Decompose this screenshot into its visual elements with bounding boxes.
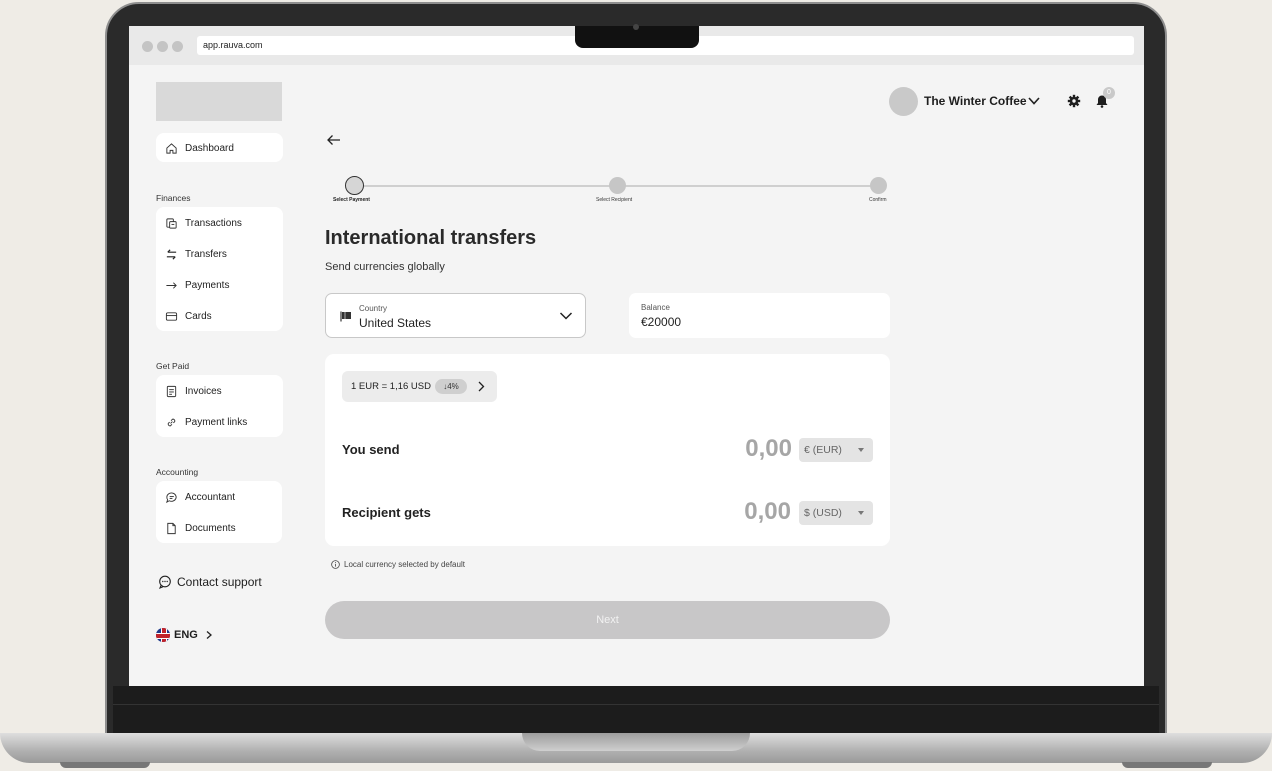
- sidebar-item-payments[interactable]: Payments: [165, 275, 229, 295]
- you-send-label: You send: [342, 442, 400, 457]
- sidebar-item-accountant[interactable]: Accountant: [165, 487, 235, 507]
- window-minimize-dot[interactable]: [157, 41, 168, 52]
- gear-icon[interactable]: [1067, 94, 1081, 108]
- laptop-thumb-groove: [522, 733, 750, 751]
- url-text: app.rauva.com: [203, 40, 263, 50]
- arrow-right-icon: [166, 281, 177, 289]
- chevron-right-icon: [478, 381, 485, 392]
- sidebar-item-transactions[interactable]: Transactions: [165, 213, 242, 233]
- dashboard-link[interactable]: Dashboard: [165, 138, 234, 158]
- receive-currency-select[interactable]: $ (USD): [799, 501, 873, 525]
- info-icon: [331, 560, 340, 569]
- transactions-icon: [166, 217, 177, 229]
- step-dot-select-recipient[interactable]: [609, 177, 626, 194]
- accounting-section-title: Accounting: [156, 467, 199, 477]
- send-currency-select[interactable]: € (EUR): [799, 438, 873, 462]
- page-subtitle: Send currencies globally: [325, 261, 445, 273]
- rate-change-badge: ↓4%: [435, 379, 467, 394]
- app-screen: app.rauva.com Dashboard Finances Transac…: [129, 26, 1144, 686]
- currency-hint-text: Local currency selected by default: [344, 560, 465, 569]
- send-currency-label: € (EUR): [804, 444, 842, 456]
- country-label: Country: [359, 304, 388, 313]
- country-select[interactable]: Country United States: [325, 293, 586, 338]
- company-name[interactable]: The Winter Coffee: [924, 94, 1027, 108]
- camera-lens: [633, 24, 639, 30]
- caret-down-icon: [858, 511, 864, 515]
- chat-icon: [166, 491, 177, 503]
- flag-icon: [340, 311, 351, 322]
- contact-support-link[interactable]: Contact support: [158, 575, 262, 589]
- uk-flag-icon: [156, 628, 170, 642]
- sidebar-item-label: Invoices: [185, 385, 222, 397]
- support-chat-icon: [159, 575, 171, 589]
- link-icon: [167, 418, 176, 426]
- sidebar-item-transfers[interactable]: Transfers: [165, 244, 227, 264]
- caret-down-icon: [858, 448, 864, 452]
- finances-section-title: Finances: [156, 193, 191, 203]
- window-maximize-dot[interactable]: [172, 41, 183, 52]
- window-close-dot[interactable]: [142, 41, 153, 52]
- sidebar-item-label: Cards: [185, 310, 212, 322]
- balance-label: Balance: [641, 303, 670, 312]
- send-amount-input[interactable]: 0,00: [672, 435, 792, 463]
- invoice-icon: [166, 385, 177, 397]
- sidebar-item-dashboard[interactable]: Dashboard: [156, 133, 283, 162]
- language-selector[interactable]: ENG: [156, 628, 214, 642]
- laptop-foot-right: [1122, 762, 1212, 768]
- exchange-rate-text: 1 EUR = 1,16 USD: [351, 381, 431, 392]
- sidebar-item-label: Documents: [185, 522, 236, 534]
- contact-support-label: Contact support: [177, 575, 262, 589]
- sidebar-item-label: Accountant: [185, 491, 236, 503]
- step-label-confirm: Confirm: [869, 197, 887, 203]
- logo-placeholder[interactable]: [156, 82, 282, 121]
- card-icon: [165, 311, 178, 321]
- language-label: ENG: [174, 629, 198, 641]
- balance-field: Balance €20000: [629, 293, 890, 338]
- sidebar-item-label: Payments: [185, 279, 230, 291]
- back-arrow-icon[interactable]: [326, 133, 342, 147]
- laptop-foot-left: [60, 762, 150, 768]
- sidebar-item-label: Payment links: [185, 416, 248, 428]
- recipient-gets-label: Recipient gets: [342, 505, 431, 520]
- step-dot-confirm[interactable]: [870, 177, 887, 194]
- avatar[interactable]: [889, 87, 918, 116]
- chevron-down-icon: [559, 312, 573, 320]
- get-paid-section-title: Get Paid: [156, 361, 190, 371]
- country-value: United States: [359, 316, 432, 330]
- document-icon: [167, 522, 176, 534]
- chevron-down-icon[interactable]: [1027, 95, 1041, 107]
- finances-nav-card: Transactions Transfers Payments Cards: [156, 207, 283, 331]
- balance-value: €20000: [641, 315, 682, 329]
- home-icon: [166, 142, 177, 154]
- next-button[interactable]: Next: [325, 601, 890, 639]
- notification-badge: 0: [1103, 87, 1115, 99]
- step-label-select-payment: Select Payment: [333, 197, 370, 203]
- sidebar-item-cards[interactable]: Cards: [165, 306, 212, 326]
- accounting-nav-card: Accountant Documents: [156, 481, 282, 543]
- dashboard-label: Dashboard: [185, 142, 234, 154]
- sidebar-item-label: Transfers: [185, 248, 227, 260]
- transfers-icon: [166, 248, 177, 260]
- exchange-panel: 1 EUR = 1,16 USD ↓4% You send 0,00 € (EU…: [325, 354, 890, 546]
- laptop-hinge-line: [113, 704, 1159, 705]
- sidebar-item-payment-links[interactable]: Payment links: [165, 412, 247, 432]
- page-title: International transfers: [325, 227, 537, 249]
- currency-hint: Local currency selected by default: [331, 560, 465, 569]
- step-label-select-recipient: Select Recipient: [596, 197, 633, 203]
- laptop-bezel: [113, 686, 1159, 734]
- sidebar-item-invoices[interactable]: Invoices: [165, 381, 222, 401]
- sidebar-item-label: Transactions: [185, 217, 242, 229]
- receive-currency-label: $ (USD): [804, 507, 842, 519]
- sidebar-item-documents[interactable]: Documents: [165, 518, 236, 538]
- step-dot-select-payment[interactable]: [345, 176, 364, 195]
- get-paid-nav-card: Invoices Payment links: [156, 375, 283, 437]
- chevron-right-icon: [206, 631, 212, 639]
- receive-amount-input[interactable]: 0,00: [671, 498, 791, 526]
- exchange-rate-pill[interactable]: 1 EUR = 1,16 USD ↓4%: [342, 371, 497, 402]
